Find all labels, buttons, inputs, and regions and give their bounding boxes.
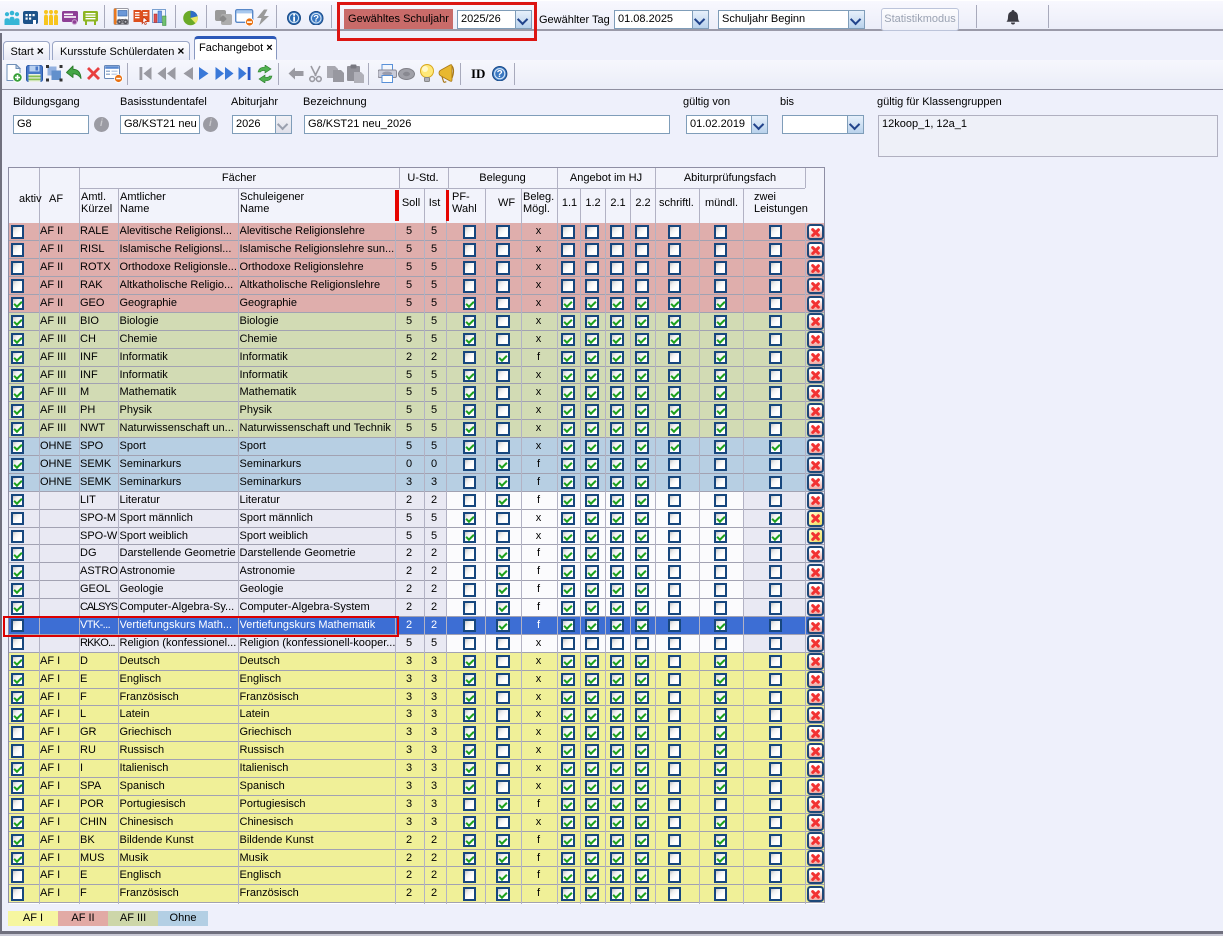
svg-text:?: ?	[313, 13, 319, 24]
svg-text:?: ?	[497, 69, 503, 80]
